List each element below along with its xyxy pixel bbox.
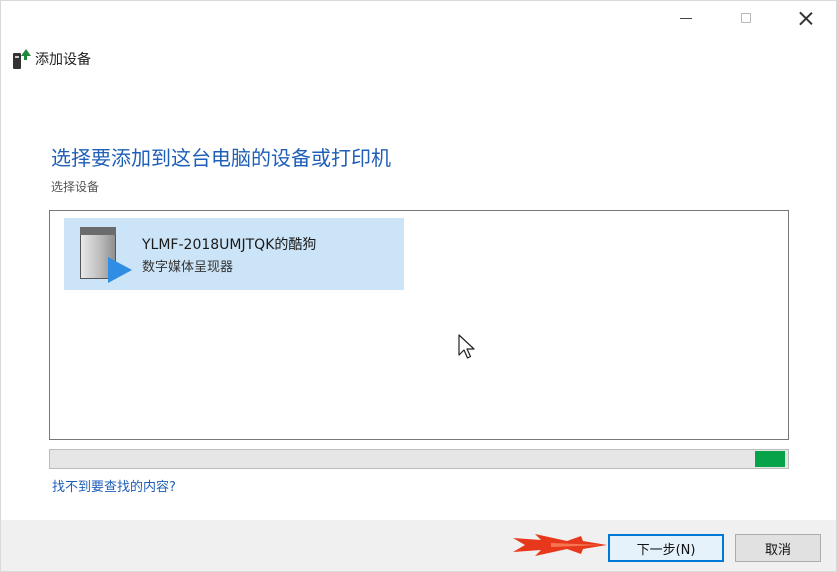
dialog-footer: 下一步(N) 取消 [1, 520, 836, 571]
maximize-button[interactable] [723, 1, 769, 35]
close-button[interactable] [783, 1, 829, 35]
add-device-icon [13, 49, 31, 69]
dialog-header: 添加设备 [13, 49, 91, 69]
mouse-cursor-icon [458, 334, 475, 359]
minimize-button[interactable] [663, 1, 709, 35]
device-list[interactable]: YLMF-2018UMJTQK的酷狗 数字媒体呈现器 [49, 210, 789, 440]
minimize-icon [680, 17, 692, 19]
search-progress-bar [49, 449, 789, 469]
red-arrow-annotation-icon [513, 534, 607, 556]
select-device-label: 选择设备 [51, 180, 100, 194]
help-link[interactable]: 找不到要查找的内容? [52, 476, 176, 495]
device-name: YLMF-2018UMJTQK的酷狗 [142, 236, 317, 253]
device-list-item[interactable]: YLMF-2018UMJTQK的酷狗 数字媒体呈现器 [64, 218, 404, 290]
progress-bar-fill [755, 451, 785, 467]
device-type: 数字媒体呈现器 [142, 259, 234, 275]
media-renderer-icon [76, 223, 136, 285]
page-heading: 选择要添加到这台电脑的设备或打印机 [51, 146, 391, 170]
dialog-title: 添加设备 [35, 52, 91, 68]
cancel-button[interactable]: 取消 [735, 534, 821, 562]
next-button[interactable]: 下一步(N) [608, 534, 724, 562]
add-device-window: 添加设备 选择要添加到这台电脑的设备或打印机 选择设备 YLMF-2018UMJ… [0, 0, 837, 572]
maximize-icon [741, 13, 751, 23]
close-icon [799, 11, 813, 25]
